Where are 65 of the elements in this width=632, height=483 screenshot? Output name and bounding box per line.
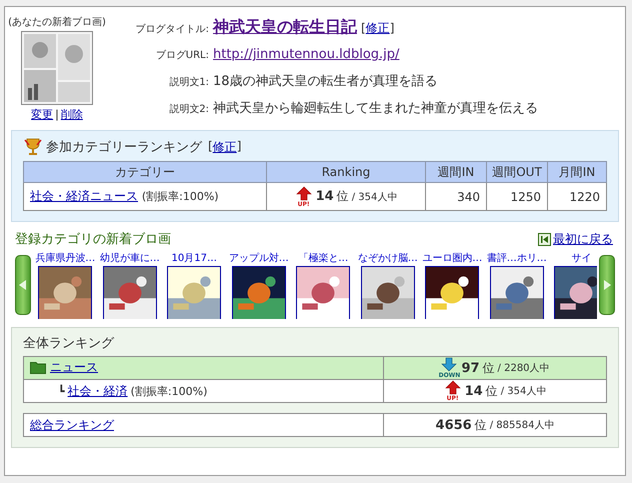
field-label: ブログURL: bbox=[154, 48, 209, 62]
right-triangle-icon bbox=[603, 280, 611, 290]
description-text: 神武天皇から輪廻転生して生まれた神童が真理を伝える bbox=[213, 100, 538, 117]
rank-number: 14 bbox=[464, 384, 483, 398]
rank-number: 14 bbox=[316, 189, 334, 204]
field-label: 説明文2: bbox=[168, 102, 209, 116]
column-header: 週間OUT bbox=[486, 162, 548, 182]
folder-icon bbox=[30, 361, 46, 374]
rank-number: 4656 bbox=[436, 418, 472, 432]
comic-item[interactable]: 書評…ホリ… bbox=[484, 251, 549, 319]
blog-url-link[interactable]: http://jinmutennou.ldblog.jp/ bbox=[213, 47, 400, 62]
comic-item[interactable]: 「極楽と… bbox=[291, 251, 356, 319]
section-title: 登録カテゴリの新着ブロ画 bbox=[15, 231, 171, 248]
table-cell: 1220 bbox=[548, 182, 606, 210]
comic-item[interactable]: 兵庫県丹波… bbox=[33, 251, 98, 319]
comic-item[interactable]: 10月17… bbox=[162, 251, 226, 319]
category-link[interactable]: ニュース bbox=[50, 359, 98, 376]
comic-link[interactable]: 削除 bbox=[60, 107, 83, 122]
comic-item[interactable]: 幼児が車に… bbox=[98, 251, 162, 319]
branch-mark: ┗ bbox=[58, 384, 65, 398]
comic-item[interactable]: ユーロ圏内… bbox=[420, 251, 484, 319]
share-text: (割振率:100%) bbox=[142, 190, 219, 203]
category-link[interactable]: 社会・経済 bbox=[68, 382, 128, 400]
table-cell: 340 bbox=[426, 182, 486, 210]
edit-link[interactable]: 修正 bbox=[366, 20, 390, 37]
bracket: [ bbox=[361, 21, 366, 35]
field-label: ブログタイトル: bbox=[134, 22, 209, 36]
comic-item[interactable]: なぞかけ脳… bbox=[356, 251, 420, 319]
bracket: ] bbox=[236, 138, 242, 154]
bracket: ] bbox=[390, 21, 394, 35]
next-button[interactable] bbox=[599, 255, 615, 315]
edit-link[interactable]: 修正 bbox=[212, 138, 237, 156]
panel-title: 参加カテゴリーランキング bbox=[46, 139, 202, 156]
previous-button[interactable] bbox=[15, 255, 31, 315]
column-header: 月間IN bbox=[548, 162, 606, 182]
left-triangle-icon bbox=[19, 280, 27, 290]
panel-title: 全体ランキング bbox=[23, 335, 114, 352]
back-to-start-link[interactable]: 最初に戻る bbox=[538, 230, 613, 248]
rank-total: / 2280人中 bbox=[498, 362, 550, 375]
column-header: 週間IN bbox=[426, 162, 486, 182]
comic-link[interactable]: 変更 bbox=[31, 107, 54, 122]
column-header: Ranking bbox=[266, 162, 426, 182]
rank-total: / 885584人中 bbox=[490, 418, 554, 432]
comic-item[interactable]: アップル対… bbox=[226, 251, 291, 319]
field-label: 説明文1: bbox=[168, 76, 209, 88]
category-link[interactable]: 社会・経済ニュース bbox=[30, 189, 138, 203]
rank-number: 97 bbox=[461, 360, 480, 376]
description-text: 18歳の神武天皇の転生者が真理を語る bbox=[213, 72, 438, 90]
rank-total: / 354人中 bbox=[500, 384, 546, 398]
comic-caption: (あなたの新着ブロ画) bbox=[8, 16, 106, 29]
total-ranking-link[interactable]: 総合ランキング bbox=[30, 418, 114, 432]
skip-back-icon bbox=[538, 232, 551, 246]
rank-unit: 位 bbox=[482, 360, 495, 376]
rank-unit: 位 bbox=[336, 188, 349, 205]
separator: | bbox=[55, 108, 59, 121]
bracket: [ bbox=[208, 138, 213, 152]
blog-title-link[interactable]: 神武天皇の転生日記 bbox=[213, 17, 357, 38]
share-text: (割振率:100%) bbox=[130, 384, 208, 398]
rank-total: / 354人中 bbox=[352, 190, 398, 204]
table-cell: 1250 bbox=[486, 182, 548, 210]
comic-item[interactable]: サイ bbox=[549, 251, 597, 319]
column-header: カテゴリー bbox=[24, 162, 266, 182]
trophy-icon bbox=[23, 137, 43, 157]
rank-unit: 位 bbox=[486, 382, 498, 400]
rank-unit: 位 bbox=[474, 416, 487, 434]
